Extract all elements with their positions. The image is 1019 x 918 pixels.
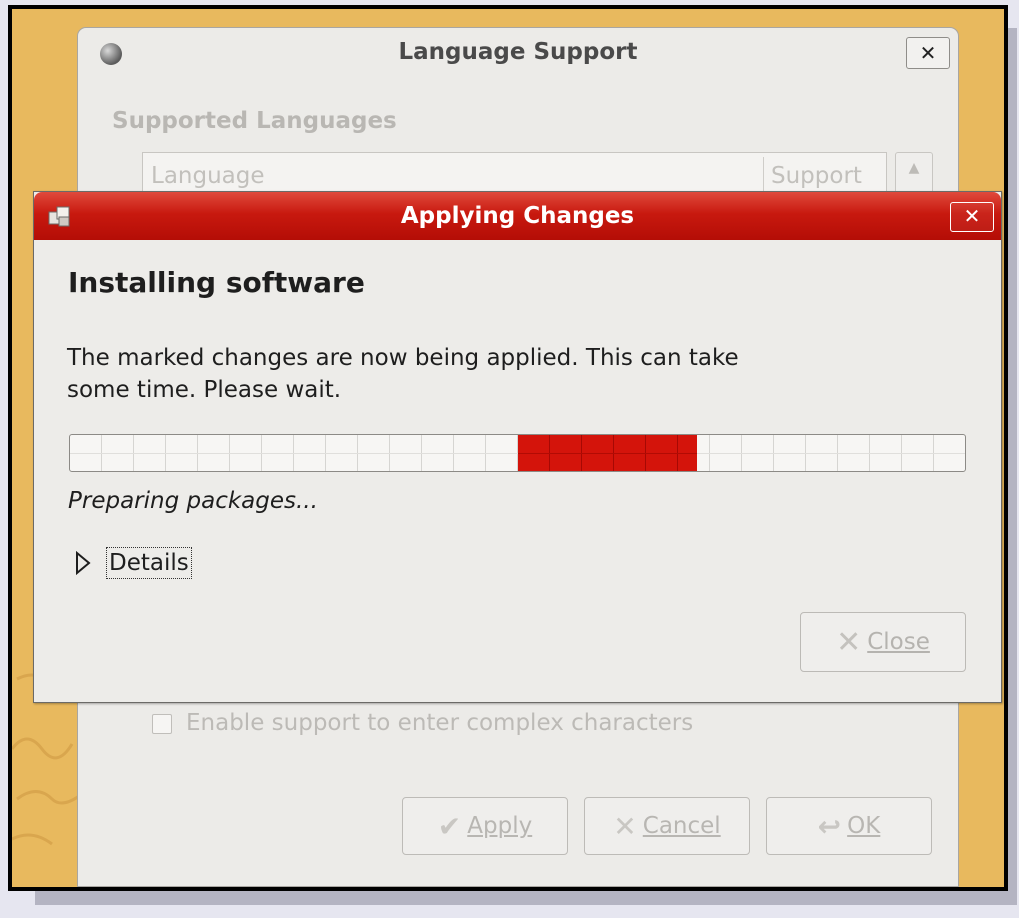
dialog-titlebar[interactable]: Applying Changes ✕ — [34, 192, 1001, 240]
dialog-title: Applying Changes — [400, 203, 635, 229]
dialog-heading: Installing software — [68, 266, 365, 299]
details-label[interactable]: Details — [106, 547, 192, 579]
cancel-button[interactable]: ✕ Cancel — [584, 797, 750, 855]
close-button[interactable]: ✕ Close — [800, 612, 966, 672]
column-header-language[interactable]: Language — [151, 163, 265, 189]
ok-button[interactable]: ↩ OK — [766, 797, 932, 855]
expander-arrow-icon[interactable] — [74, 551, 92, 575]
progress-bar — [69, 434, 966, 472]
scroll-up-arrow-icon[interactable]: ▲ — [909, 160, 920, 176]
complex-characters-label[interactable]: Enable support to enter complex characte… — [186, 710, 693, 736]
column-header-support[interactable]: Support — [771, 163, 862, 189]
apply-button-label: Apply — [467, 813, 533, 839]
apply-button[interactable]: ✔ Apply — [402, 797, 568, 855]
window-close-button[interactable]: ✕ — [906, 37, 950, 69]
window-title: Language Support — [398, 39, 638, 65]
status-text: Preparing packages... — [68, 488, 318, 514]
close-icon: ✕ — [836, 624, 862, 660]
screenshot-frame: Language Support ✕ Supported Languages L… — [8, 5, 1008, 891]
cancel-icon: ✕ — [613, 809, 637, 843]
cancel-button-label: Cancel — [642, 813, 721, 839]
complex-characters-checkbox[interactable] — [152, 714, 172, 734]
dialog-message: The marked changes are now being applied… — [67, 345, 739, 403]
dialog-close-button[interactable]: ✕ — [950, 202, 994, 232]
progress-pulse — [517, 435, 697, 471]
section-heading: Supported Languages — [112, 108, 397, 134]
ok-button-label: OK — [847, 813, 881, 839]
close-button-label: Close — [867, 629, 930, 655]
frame-shadow — [35, 891, 1017, 905]
check-icon: ✔ — [437, 809, 462, 843]
frame-shadow-right — [1008, 28, 1017, 905]
applying-changes-dialog: Applying Changes ✕ Installing software T… — [33, 191, 1002, 703]
ok-icon: ↩ — [817, 809, 842, 843]
